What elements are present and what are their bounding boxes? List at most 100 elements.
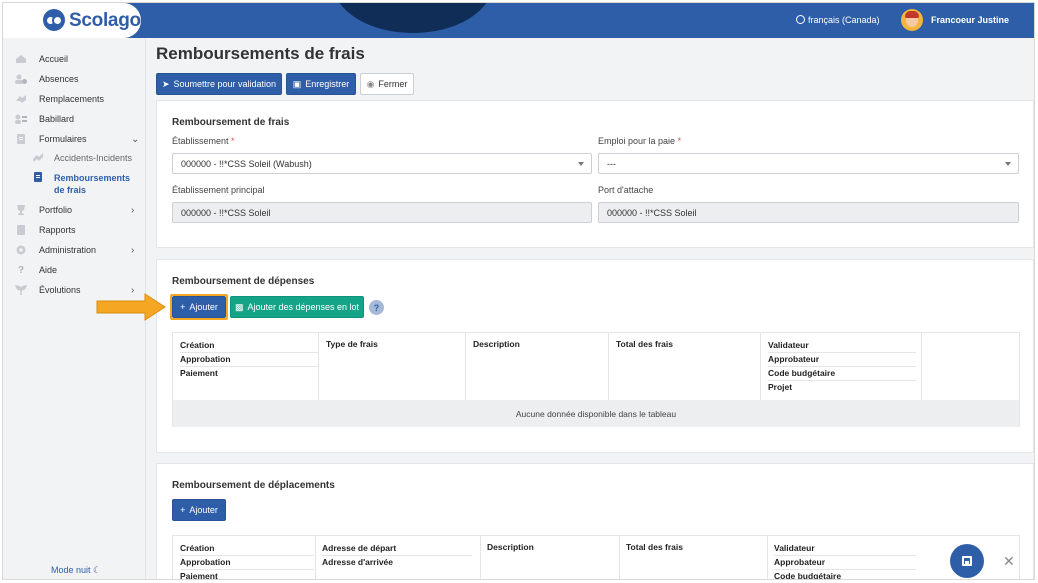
floating-save-button[interactable] bbox=[950, 544, 984, 578]
avatar[interactable] bbox=[901, 9, 923, 31]
page-title: Remboursements de frais bbox=[156, 44, 365, 63]
sidebar-item-aide[interactable]: ? Aide bbox=[15, 262, 57, 278]
add-batch-label: Ajouter des dépenses en lot bbox=[247, 302, 360, 312]
close-icon[interactable]: ✕ bbox=[1003, 553, 1015, 570]
column-divider bbox=[760, 333, 761, 400]
sidebar-subitem-remboursements[interactable]: Remboursements de frais bbox=[33, 172, 130, 196]
language-selector[interactable]: français (Canada) bbox=[796, 15, 880, 25]
column-header-type[interactable]: Type de frais bbox=[326, 339, 378, 349]
column-header-total[interactable]: Total des frais bbox=[616, 339, 673, 349]
document-icon bbox=[33, 172, 43, 182]
header-decoration bbox=[333, 3, 493, 33]
top-bar: Scolago français (Canada) Francoeur Just… bbox=[3, 3, 1034, 38]
save-label: Enregistrer bbox=[305, 79, 350, 89]
app-window: Scolago français (Canada) Francoeur Just… bbox=[2, 2, 1035, 580]
sidebar-item-evolutions[interactable]: Évolutions bbox=[15, 282, 81, 298]
column-divider bbox=[921, 333, 922, 400]
column-header-total[interactable]: Total des frais bbox=[626, 542, 683, 552]
card-remboursement-depenses: Remboursement de dépenses + Ajouter ▩ Ajou… bbox=[156, 259, 1034, 453]
chevron-down-icon[interactable]: ⌄ bbox=[131, 134, 139, 145]
sidebar-subitem-label: Remboursements de frais bbox=[54, 172, 130, 196]
label-line-2: de frais bbox=[54, 185, 87, 195]
card-remboursement-frais: Remboursement de frais Établissement * 0… bbox=[156, 100, 1034, 248]
header-line: Paiement bbox=[180, 368, 218, 378]
question-icon: ? bbox=[17, 265, 25, 276]
column-divider bbox=[480, 536, 481, 579]
header-line: Adresse de départ bbox=[322, 542, 472, 556]
travel-table: Création Approbation Paiement Adresse de… bbox=[172, 535, 1020, 580]
help-icon[interactable]: ? bbox=[369, 300, 384, 315]
sidebar-item-administration[interactable]: Administration bbox=[15, 242, 96, 258]
column-header-addresses[interactable]: Adresse de départ Adresse d'arrivée bbox=[322, 542, 472, 569]
column-header-dates[interactable]: Création Approbation Paiement bbox=[180, 542, 314, 579]
sidebar-item-babillard[interactable]: Babillard bbox=[15, 111, 74, 127]
user-name[interactable]: Francoeur Justine bbox=[931, 15, 1009, 25]
sprout-icon bbox=[15, 285, 27, 295]
sidebar-item-label: Administration bbox=[39, 245, 97, 255]
header-line: Approbation bbox=[180, 556, 314, 570]
etablissement-select[interactable]: 000000 - !!*CSS Soleil (Wabush) bbox=[172, 153, 592, 174]
card-remboursement-deplacements: Remboursement de déplacements + Ajouter C… bbox=[156, 463, 1034, 580]
column-header-description[interactable]: Description bbox=[473, 339, 520, 349]
column-header-validation[interactable]: Validateur Approbateur Code budgétaire bbox=[774, 542, 916, 580]
sidebar-item-label: Formulaires bbox=[39, 134, 87, 144]
header-line: Approbation bbox=[180, 353, 318, 367]
sidebar-item-formulaires[interactable]: Formulaires bbox=[15, 131, 87, 147]
save-button[interactable]: ▣ Enregistrer bbox=[286, 73, 356, 95]
column-divider bbox=[318, 333, 319, 400]
header-line: Création bbox=[180, 339, 318, 353]
select-value: --- bbox=[607, 158, 616, 169]
scolago-logo-icon bbox=[43, 9, 65, 31]
sidebar-item-remplacements[interactable]: Remplacements bbox=[15, 91, 104, 107]
night-mode-toggle[interactable]: Mode nuit ☾ bbox=[51, 565, 101, 576]
submit-button[interactable]: ➤ Soumettre pour validation bbox=[156, 73, 282, 95]
section-title: Remboursement de dépenses bbox=[172, 276, 315, 287]
sidebar-item-label: Remplacements bbox=[39, 94, 105, 104]
menu-icon[interactable] bbox=[17, 14, 31, 26]
form-icon bbox=[15, 134, 27, 144]
column-header-dates[interactable]: Création Approbation Paiement bbox=[180, 339, 318, 380]
select-value: 000000 - !!*CSS Soleil (Wabush) bbox=[181, 158, 312, 169]
expenses-table: Création Approbation Paiement Type de fr… bbox=[172, 332, 1020, 427]
port-attache-field: 000000 - !!*CSS Soleil bbox=[598, 202, 1019, 223]
header-line: Code budgétaire bbox=[768, 367, 916, 381]
header-line: Code budgétaire bbox=[774, 571, 842, 580]
etab-principal-label: Établissement principal bbox=[172, 185, 265, 195]
column-header-validation[interactable]: Validateur Approbateur Code budgétaire P… bbox=[768, 339, 916, 394]
car-icon: ▩ bbox=[234, 301, 244, 312]
gear-icon bbox=[15, 245, 27, 255]
caret-down-icon bbox=[578, 162, 584, 166]
sidebar-subitem-accidents[interactable]: Accidents-Incidents bbox=[33, 153, 132, 163]
column-divider bbox=[315, 536, 316, 579]
sidebar-subitem-label: Accidents-Incidents bbox=[54, 153, 133, 163]
section-title: Remboursement de déplacements bbox=[172, 480, 335, 491]
sidebar-item-absences[interactable]: Absences bbox=[15, 71, 79, 87]
plus-icon: + bbox=[180, 302, 186, 312]
board-icon bbox=[15, 114, 27, 124]
add-travel-button[interactable]: + Ajouter bbox=[172, 499, 226, 521]
add-expense-button[interactable]: + Ajouter bbox=[172, 296, 226, 318]
sidebar-item-label: Évolutions bbox=[39, 285, 81, 295]
sidebar-item-label: Aide bbox=[39, 265, 58, 275]
send-icon: ➤ bbox=[161, 78, 170, 89]
sidebar-item-label: Portfolio bbox=[39, 205, 73, 215]
accident-icon bbox=[33, 153, 43, 163]
sidebar-item-accueil[interactable]: Accueil bbox=[15, 51, 68, 67]
column-divider bbox=[608, 333, 609, 400]
chevron-right-icon[interactable]: › bbox=[131, 205, 134, 216]
close-button[interactable]: ◉ Fermer bbox=[360, 73, 414, 95]
add-batch-button[interactable]: ▩ Ajouter des dépenses en lot bbox=[230, 296, 364, 318]
required-mark: * bbox=[231, 136, 235, 146]
header-line: Approbateur bbox=[768, 353, 916, 367]
header-line: Adresse d'arrivée bbox=[322, 557, 394, 567]
emploi-select[interactable]: --- bbox=[598, 153, 1019, 174]
night-mode-label: Mode nuit bbox=[51, 565, 91, 575]
sidebar-item-rapports[interactable]: Rapports bbox=[15, 222, 76, 238]
logo-text: Scolago bbox=[69, 10, 141, 31]
column-header-description[interactable]: Description bbox=[487, 542, 534, 552]
column-divider bbox=[619, 536, 620, 579]
sidebar-item-portfolio[interactable]: Portfolio bbox=[15, 202, 72, 218]
header-line: Validateur bbox=[768, 339, 916, 353]
close-circle-icon: ◉ bbox=[366, 78, 375, 89]
chevron-right-icon[interactable]: › bbox=[131, 245, 134, 256]
